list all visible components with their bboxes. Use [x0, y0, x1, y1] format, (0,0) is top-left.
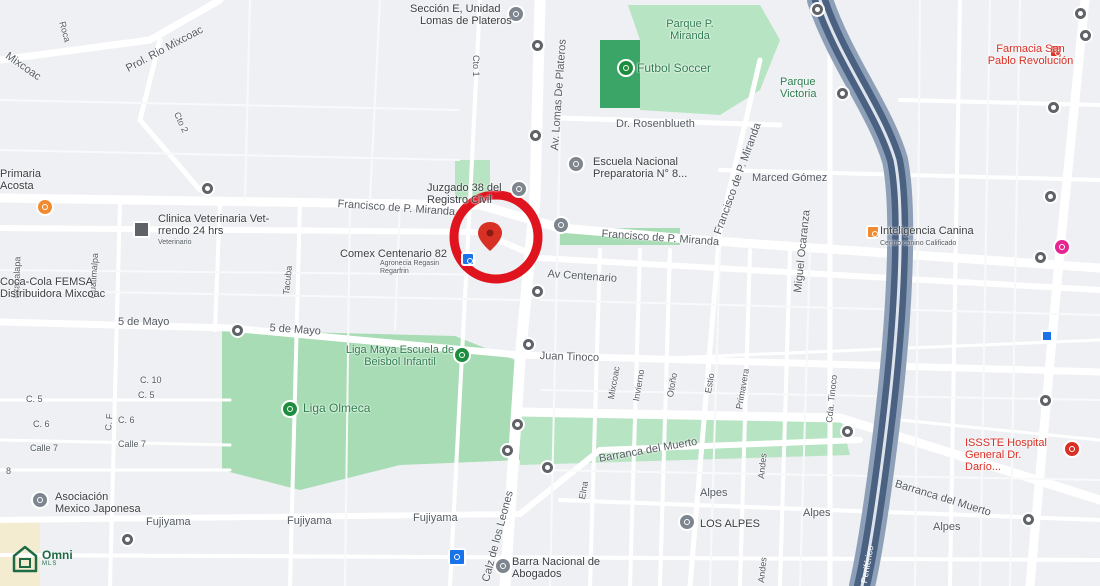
label-liga-maya: Liga Maya Escuela de Beisbol Infantil — [345, 344, 455, 368]
label-fujiyama-3: Fujiyama — [413, 512, 458, 524]
label-c5a: C. 5 — [26, 394, 43, 404]
bus-stop-icon[interactable] — [120, 532, 135, 547]
bus-stop-icon[interactable] — [1038, 393, 1053, 408]
label-alpes-1: Alpes — [700, 487, 728, 499]
label-inteligencia-sub: Centro canino Calificado — [880, 240, 957, 247]
baseball-icon[interactable] — [453, 346, 471, 364]
label-fujiyama-1: Fujiyama — [146, 516, 191, 528]
omni-mls-logo: Omni MLS — [12, 545, 73, 573]
store-icon[interactable] — [461, 252, 475, 266]
soccer-icon[interactable] — [617, 59, 635, 77]
label-cocacola: Coca-Cola FEMSA Distribuidora Mixcoac — [0, 276, 106, 300]
label-liga-olmeca: Liga Olmeca — [303, 401, 371, 415]
map-canvas[interactable]: Sección E, Unidad Lomas de Plateros Prol… — [0, 0, 1100, 586]
bus-stop-icon[interactable] — [540, 460, 555, 475]
bus-stop-icon[interactable] — [521, 337, 536, 352]
bus-stop-icon[interactable] — [530, 38, 545, 53]
label-dr-rosen: Dr. Rosenblueth — [616, 118, 695, 130]
bus-stop-icon[interactable] — [1078, 28, 1093, 43]
civil-registry-icon[interactable] — [510, 180, 528, 198]
label-juan-tinoco: Juan Tinoco — [539, 350, 600, 365]
school-icon[interactable] — [567, 155, 585, 173]
label-calle7a: Calle 7 — [30, 443, 59, 453]
bank-icon[interactable] — [448, 548, 466, 566]
brand-name: Omni — [42, 548, 73, 562]
bus-stop-icon[interactable] — [230, 323, 245, 338]
label-los-alpes: LOS ALPES — [700, 518, 760, 530]
bus-stop-icon[interactable] — [1046, 100, 1061, 115]
bus-stop-icon[interactable] — [840, 424, 855, 439]
label-fujiyama-2: Fujiyama — [287, 515, 332, 527]
bus-stop-icon[interactable] — [1043, 189, 1058, 204]
bus-stop-icon[interactable] — [835, 86, 850, 101]
bus-stop-icon[interactable] — [530, 284, 545, 299]
label-clinica-sub: Veterinario — [158, 239, 192, 246]
bus-stop-icon[interactable] — [1021, 512, 1036, 527]
label-alpes-2: Alpes — [803, 507, 831, 519]
label-parque-victoria: Parque Victoria — [780, 76, 817, 100]
dog-training-icon[interactable] — [866, 225, 880, 239]
label-cto1: Cto 1 — [471, 55, 481, 77]
label-seccion: Sección E, Unidad — [410, 3, 501, 15]
label-parque-miranda: Parque P. Miranda — [666, 18, 714, 42]
label-comex: Comex Centenario 82 — [340, 248, 448, 260]
label-8: 8 — [6, 466, 12, 476]
label-issste: ISSSTE Hospital General Dr. Darío... — [965, 437, 1047, 473]
restaurant-icon[interactable] — [36, 198, 54, 216]
label-asociacion: Asociación Mexico Japonesa — [55, 491, 141, 515]
label-c10: C. 10 — [140, 375, 162, 385]
label-c5b: C. 5 — [138, 390, 155, 400]
bus-stop-icon[interactable] — [1033, 250, 1048, 265]
label-primaria: Primaria Acosta — [0, 168, 41, 192]
bus-stop-icon[interactable] — [500, 443, 515, 458]
brand-sub: MLS — [42, 561, 58, 567]
label-farmacia: Farmacia San Pablo Revolución — [987, 43, 1074, 67]
label-5-mayo-1: 5 de Mayo — [118, 316, 170, 328]
association-icon[interactable] — [31, 491, 49, 509]
bus-stop-icon[interactable] — [810, 2, 825, 17]
label-juzgado: Juzgado 38 del Registro Civil — [427, 182, 502, 206]
bus-stop-icon[interactable] — [510, 417, 525, 432]
label-c6a: C. 6 — [33, 419, 50, 429]
label-escuela: Escuela Nacional Preparatoria N° 8... — [593, 156, 688, 180]
label-alpes-3: Alpes — [933, 521, 961, 533]
label-marced: Marced Gómez — [752, 172, 828, 184]
label-cf: C. F — [102, 413, 115, 432]
label-comex-sub: Agronecia Regasin Regarfrin — [380, 260, 440, 275]
hospital-icon[interactable] — [1063, 440, 1081, 458]
poi-francisco-icon[interactable] — [552, 216, 570, 234]
label-c6b: C. 6 — [118, 415, 135, 425]
label-lomas-plateros: Lomas de Plateros — [420, 15, 512, 27]
clinic-icon[interactable] — [133, 221, 150, 238]
label-barra: Barra Nacional de Abogados — [512, 556, 601, 580]
label-futbol: Futbol Soccer — [637, 61, 712, 75]
bus-stop-icon[interactable] — [1073, 6, 1088, 21]
poi-los-alpes-icon[interactable] — [678, 513, 696, 531]
liga-olmeca-icon[interactable] — [281, 400, 299, 418]
house-logo-icon — [12, 545, 38, 573]
label-inteligencia: Inteligencia Canina — [880, 225, 974, 237]
label-clinica: Clinica Veterinaria Vet-rrendo 24 hrs — [158, 213, 270, 237]
transit-icon — [1041, 330, 1053, 342]
label-calle7b: Calle 7 — [118, 439, 147, 449]
shopping-icon[interactable] — [1053, 238, 1071, 256]
bus-stop-icon[interactable] — [200, 181, 215, 196]
bus-stop-icon[interactable] — [528, 128, 543, 143]
